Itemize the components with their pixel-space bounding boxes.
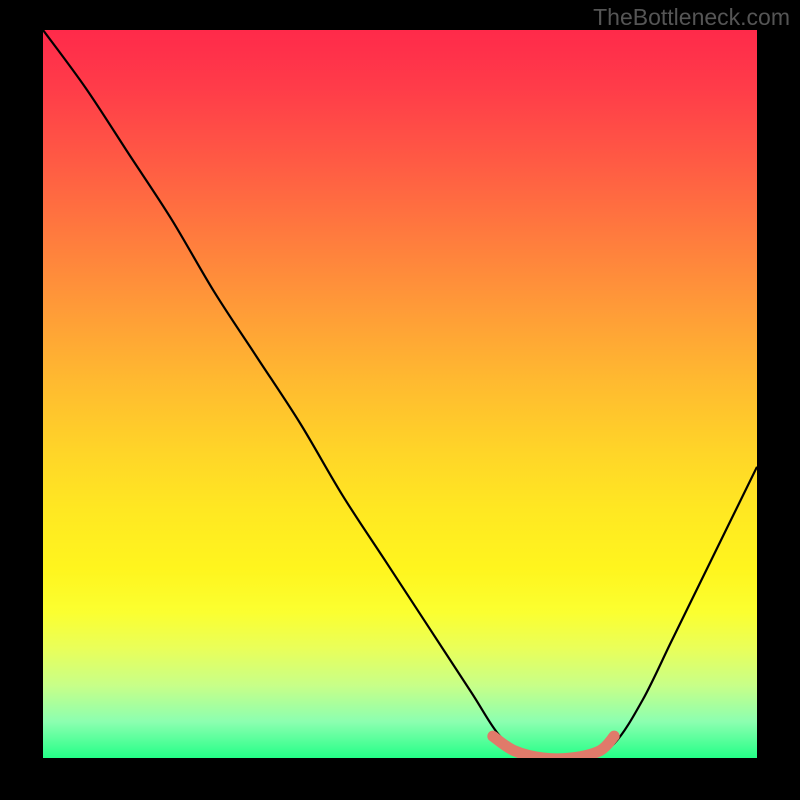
minimum-highlight-path <box>493 736 614 758</box>
bottleneck-curve-path <box>43 30 757 758</box>
watermark-text: TheBottleneck.com <box>593 4 790 31</box>
chart-plot-area <box>43 30 757 758</box>
chart-svg <box>43 30 757 758</box>
